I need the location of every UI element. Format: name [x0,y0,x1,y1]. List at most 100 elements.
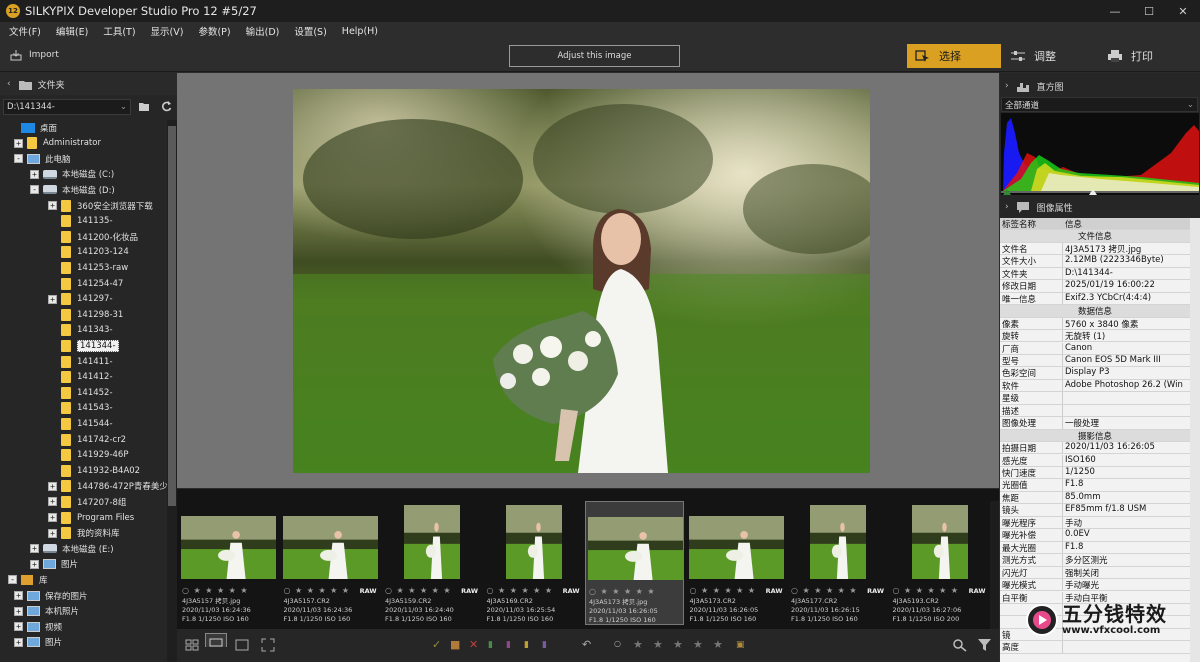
check-icon[interactable]: ✓ [432,638,441,652]
expand-icon[interactable]: + [48,481,57,491]
new-folder-icon[interactable] [139,102,149,111]
tree-node[interactable]: 141344- [48,338,119,353]
expand-icon[interactable]: + [14,138,23,148]
collapse-icon[interactable]: - [8,575,17,585]
tree-node[interactable]: + 保存的图片 [14,588,88,603]
rating-star-2-icon[interactable]: ★ [653,638,663,652]
filmstrip-thumb[interactable]: ○ ★ ★ ★ ★ ★ RAW 4J3A5159.CR2 2020/11/03 16:… [382,501,481,625]
tree-node[interactable]: 141135- [48,214,113,229]
tab-select[interactable]: 选择 [907,44,1001,68]
thumbnail-rating-icon[interactable]: ○ ★ ★ ★ ★ ★ [284,586,351,595]
refresh-icon[interactable] [161,101,172,112]
expand-icon[interactable]: + [48,528,57,538]
expand-icon[interactable]: + [48,201,57,210]
color-label-green-icon[interactable]: ▮ [488,640,493,654]
expand-icon[interactable]: + [14,591,23,600]
tree-node[interactable]: + 图片 [14,635,62,650]
menu-file[interactable]: 文件(F) [9,24,41,38]
expand-icon[interactable]: + [14,637,23,647]
tree-node[interactable]: - 此电脑 [14,151,71,166]
collapse-left-icon[interactable]: ‹ [7,79,11,89]
color-label-purple-icon[interactable]: ▮ [506,640,511,654]
tree-node[interactable]: 141932-B4A02 [48,463,140,478]
expand-icon[interactable]: + [30,169,39,179]
menu-params[interactable]: 参数(P) [198,24,230,38]
lock-icon[interactable]: ▣ [736,640,745,654]
properties-scrollbar[interactable] [1190,218,1200,662]
expand-icon[interactable]: + [48,294,57,304]
tree-node[interactable]: + 本地磁盘 (C:) [30,167,114,182]
color-label-violet-icon[interactable]: ▮ [542,640,547,654]
rating-clear-icon[interactable]: ○ [614,639,621,653]
grid-view-icon[interactable] [185,638,199,652]
tree-node[interactable]: 141452- [48,385,113,400]
filter-icon[interactable] [978,638,991,652]
rating-star-4-icon[interactable]: ★ [693,638,703,652]
tree-node[interactable]: + 本地磁盘 (E:) [30,541,114,556]
thumbnail-rating-icon[interactable]: ○ ★ ★ ★ ★ ★ [690,586,757,595]
filmstrip-thumb[interactable]: ○ ★ ★ ★ ★ ★ RAW 4J3A5193.CR2 2020/11/03 16:… [890,501,989,625]
collapse-histogram-icon[interactable]: › [1005,81,1009,91]
filmstrip-thumb[interactable]: ○ ★ ★ ★ ★ ★ 4J3A5157 拷贝.jpg 2020/11/03 16:… [179,501,278,625]
tree-node[interactable]: 141298-31 [48,307,123,322]
thumbnail-rating-icon[interactable]: ○ ★ ★ ★ ★ ★ [182,586,249,595]
folder-tree-scrollbar[interactable] [167,120,177,662]
menu-help[interactable]: Help(H) [342,26,378,37]
tree-node[interactable]: + Administrator [14,136,101,151]
tree-node[interactable]: 141544- [48,416,113,431]
tab-adjust[interactable]: 调整 [1008,44,1094,68]
tree-node[interactable]: 141412- [48,370,113,385]
menu-settings[interactable]: 设置(S) [294,24,326,38]
tree-node[interactable]: + Program Files [48,510,134,525]
filmstrip-thumb[interactable]: ○ ★ ★ ★ ★ ★ RAW 4J3A5157.CR2 2020/11/03 16:… [281,501,380,625]
scrollbar-thumb[interactable] [168,126,176,506]
search-people-icon[interactable] [952,638,968,652]
maximize-button[interactable]: ☐ [1132,0,1166,22]
tree-node[interactable]: 141253-raw [48,260,128,275]
collapse-icon[interactable]: - [14,154,23,164]
filmstrip-thumb[interactable]: ○ ★ ★ ★ ★ ★ RAW 4J3A5173.CR2 2020/11/03 16:… [687,501,786,625]
expand-icon[interactable]: + [48,513,57,522]
expand-icon[interactable]: + [30,544,39,554]
menu-output[interactable]: 输出(D) [246,24,280,38]
preview-filmstrip-view-icon[interactable] [205,633,227,647]
tree-node[interactable]: 桌面 [8,120,57,135]
filmstrip-scrollbar[interactable] [990,501,999,629]
tree-node[interactable]: 141543- [48,401,113,416]
close-button[interactable]: ✕ [1166,0,1200,22]
tree-node[interactable]: 141200-化妆品 [48,229,138,244]
tree-node[interactable]: + 图片 [30,557,78,572]
tree-node[interactable]: 141343- [48,323,113,338]
fullscreen-icon[interactable] [261,638,275,652]
tree-node[interactable]: 141411- [48,354,113,369]
menu-edit[interactable]: 编辑(E) [56,24,88,38]
thumbnail-rating-icon[interactable]: ○ ★ ★ ★ ★ ★ [385,586,452,595]
menu-tools[interactable]: 工具(T) [103,24,135,38]
histogram-channel-select[interactable]: 全部通道 ⌄ [1001,97,1198,112]
expand-icon[interactable]: + [14,606,23,616]
tree-node[interactable]: + 视频 [14,619,62,634]
thumbnail-rating-icon[interactable]: ○ ★ ★ ★ ★ ★ [791,586,858,595]
folder-path-input[interactable]: D:\141344- ⌄ [3,98,131,115]
tree-node[interactable]: + 本机照片 [14,604,79,619]
tree-node[interactable]: +147207-8组 [48,494,126,509]
thumbnail-rating-icon[interactable]: ○ ★ ★ ★ ★ ★ [487,586,554,595]
filmstrip-thumb[interactable]: ○ ★ ★ ★ ★ ★ RAW 4J3A5177.CR2 2020/11/03 16:… [788,501,887,625]
expand-icon[interactable]: + [48,497,57,507]
tree-node[interactable]: +141297- [48,292,113,307]
tree-node[interactable]: + 我的资料库 [48,526,120,541]
rating-star-3-icon[interactable]: ★ [673,638,683,652]
filmstrip-thumb[interactable]: ○ ★ ★ ★ ★ ★ 4J3A5173 拷贝.jpg 2020/11/03 16:… [585,501,684,625]
import-button[interactable]: Import [10,49,59,61]
rating-star-1-icon[interactable]: ★ [633,638,643,652]
tree-node[interactable]: 141203-124 [48,245,129,260]
collapse-properties-icon[interactable]: › [1005,202,1009,212]
filmstrip-thumb[interactable]: ○ ★ ★ ★ ★ ★ RAW 4J3A5169.CR2 2020/11/03 16:… [484,501,583,625]
tree-node[interactable]: +360安全浏览器下载 [48,198,153,213]
thumbnail-rating-icon[interactable]: ○ ★ ★ ★ ★ ★ [589,587,656,596]
thumbnail-rating-icon[interactable]: ○ ★ ★ ★ ★ ★ [893,586,960,595]
reject-icon[interactable]: ✕ [469,638,478,652]
undo-icon[interactable]: ↶ [582,638,591,652]
tree-node[interactable]: -库 [8,572,48,587]
color-label-yellow-icon[interactable]: ▮ [524,640,529,654]
